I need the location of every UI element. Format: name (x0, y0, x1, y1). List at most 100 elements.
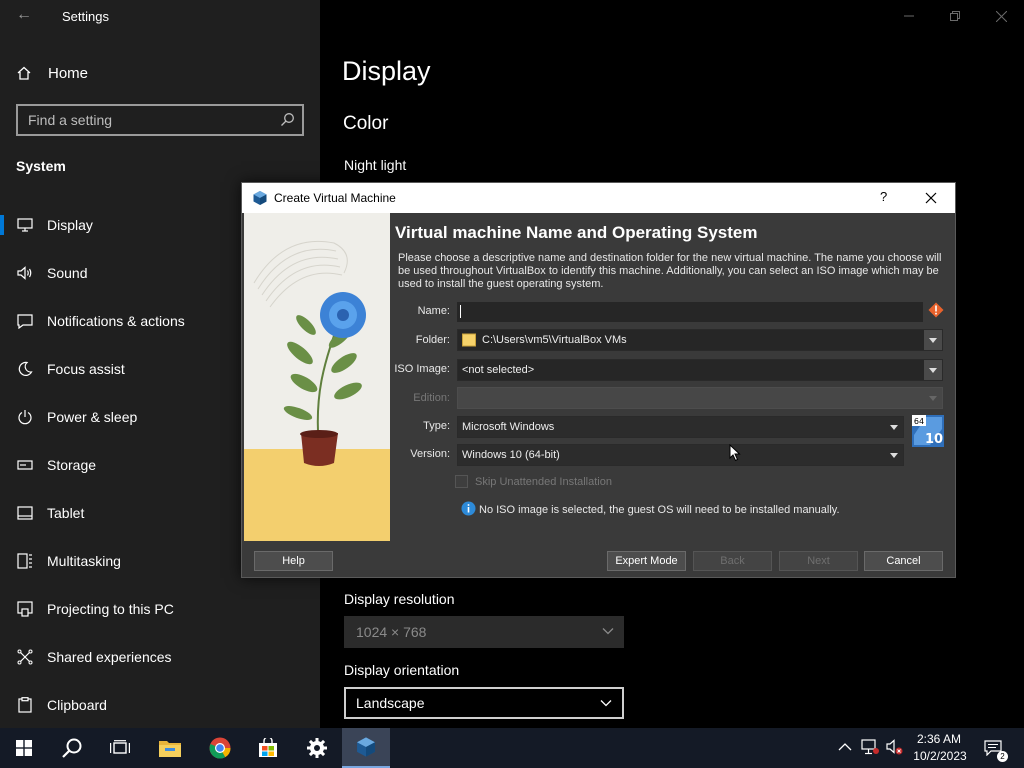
back-button[interactable]: Back (693, 551, 772, 571)
sidebar-item-label: Focus assist (47, 361, 125, 377)
start-button[interactable] (0, 728, 48, 768)
dialog-description: Please choose a descriptive name and des… (398, 252, 942, 290)
type-combobox[interactable]: Microsoft Windows (457, 416, 904, 438)
version-label: Version: (410, 448, 450, 460)
home-icon (17, 66, 31, 80)
file-explorer-icon (159, 741, 181, 757)
os-bits-text: 64 (914, 417, 924, 426)
sidebar-item-shared-experiences[interactable]: Shared experiences (0, 635, 320, 679)
iso-value: <not selected> (462, 364, 535, 376)
network-icon[interactable] (861, 739, 879, 755)
folder-icon (462, 333, 476, 347)
multitasking-icon (16, 552, 34, 570)
file-explorer-button[interactable] (146, 728, 194, 768)
show-hidden-icons-chevron-icon[interactable] (838, 741, 852, 753)
orientation-label: Display orientation (344, 662, 460, 678)
caret-down-icon (890, 452, 898, 458)
version-dropdown-button[interactable] (885, 445, 903, 465)
version-combobox[interactable]: Windows 10 (64-bit) (457, 444, 904, 466)
wizard-illustration (244, 213, 390, 541)
context-help-button[interactable]: ? (880, 189, 887, 204)
skip-unattended-label: Skip Unattended Installation (475, 476, 612, 488)
search-box[interactable] (16, 104, 304, 136)
virtualbox-icon (357, 737, 375, 757)
info-icon (461, 501, 476, 516)
folder-combobox[interactable]: C:\Users\vm5\VirtualBox VMs (457, 329, 943, 351)
chevron-down-icon (602, 628, 614, 635)
sidebar-item-label: Notifications & actions (47, 313, 185, 329)
edition-dropdown-button (924, 388, 942, 408)
orientation-dropdown[interactable]: Landscape (344, 687, 624, 719)
expert-mode-button[interactable]: Expert Mode (607, 551, 686, 571)
minimize-button[interactable] (886, 0, 932, 32)
sidebar-item-home[interactable]: Home (16, 62, 88, 84)
speaker-icon (16, 264, 34, 282)
sidebar-item-projecting[interactable]: Projecting to this PC (0, 587, 320, 631)
text-cursor (460, 305, 461, 318)
color-heading: Color (343, 113, 389, 134)
shared-icon (16, 648, 34, 666)
app-title: Settings (62, 9, 109, 24)
chrome-icon (209, 737, 231, 759)
gear-icon (307, 738, 327, 758)
caret-down-icon (890, 424, 898, 430)
windows-10-os-icon: 64 10 (912, 415, 944, 447)
iso-combobox[interactable]: <not selected> (457, 359, 943, 381)
dialog-title: Create Virtual Machine (274, 191, 396, 205)
iso-label: ISO Image: (394, 363, 450, 375)
task-view-button[interactable] (96, 728, 144, 768)
sidebar-item-label: Power & sleep (47, 409, 138, 425)
close-button[interactable] (978, 0, 1024, 32)
resolution-label: Display resolution (344, 591, 455, 607)
restore-icon (950, 11, 960, 21)
sidebar-item-clipboard[interactable]: Clipboard (0, 683, 320, 727)
projecting-icon (16, 600, 34, 618)
sidebar-item-label: Home (48, 64, 89, 82)
store-button[interactable] (244, 728, 292, 768)
dialog-heading: Virtual machine Name and Operating Syste… (395, 223, 758, 242)
folder-value: C:\Users\vm5\VirtualBox VMs (482, 334, 627, 346)
type-label: Type: (423, 420, 450, 432)
sidebar-item-label: Shared experiences (47, 649, 172, 665)
cancel-button[interactable]: Cancel (864, 551, 943, 571)
orientation-value: Landscape (356, 695, 425, 711)
create-vm-dialog: Create Virtual Machine ? Virtual machine… (241, 182, 956, 578)
os-version-text: 10 (925, 432, 943, 447)
search-button[interactable] (48, 728, 96, 768)
warning-icon (928, 302, 944, 318)
clock-date[interactable]: 10/2/2023 (912, 749, 968, 763)
dialog-close-icon[interactable] (920, 187, 942, 209)
back-arrow-icon[interactable]: ← (16, 6, 32, 24)
folder-label: Folder: (415, 334, 450, 346)
resolution-dropdown[interactable]: 1024 × 768 (344, 616, 624, 648)
windows-logo-icon (16, 740, 32, 756)
next-button[interactable]: Next (779, 551, 858, 571)
folder-dropdown-button[interactable] (924, 330, 942, 350)
restore-button[interactable] (932, 0, 978, 32)
iso-dropdown-button[interactable] (924, 360, 942, 380)
help-button[interactable]: Help (254, 551, 333, 571)
sidebar-item-label: Multitasking (47, 553, 121, 569)
dialog-titlebar[interactable]: Create Virtual Machine ? (242, 183, 955, 213)
volume-muted-icon[interactable] (886, 739, 904, 755)
version-value: Windows 10 (64-bit) (462, 449, 560, 461)
minimize-icon (904, 15, 914, 17)
section-heading: System (16, 158, 66, 174)
search-icon[interactable] (280, 112, 295, 127)
power-icon (16, 408, 34, 426)
sidebar-item-label: Display (47, 217, 93, 233)
search-input[interactable] (18, 106, 302, 134)
chevron-down-icon (600, 700, 612, 707)
skip-unattended-checkbox[interactable] (455, 475, 468, 488)
task-view-icon (110, 740, 130, 754)
type-dropdown-button[interactable] (885, 417, 903, 437)
name-input[interactable] (457, 302, 923, 322)
edition-label: Edition: (413, 392, 450, 404)
virtualbox-button[interactable] (342, 728, 390, 768)
settings-button[interactable] (293, 728, 341, 768)
chrome-button[interactable] (196, 728, 244, 768)
clock-time[interactable]: 2:36 AM (914, 732, 964, 746)
close-icon (995, 10, 1007, 22)
mouse-pointer-icon (729, 444, 741, 462)
sidebar-item-label: Projecting to this PC (47, 601, 174, 617)
